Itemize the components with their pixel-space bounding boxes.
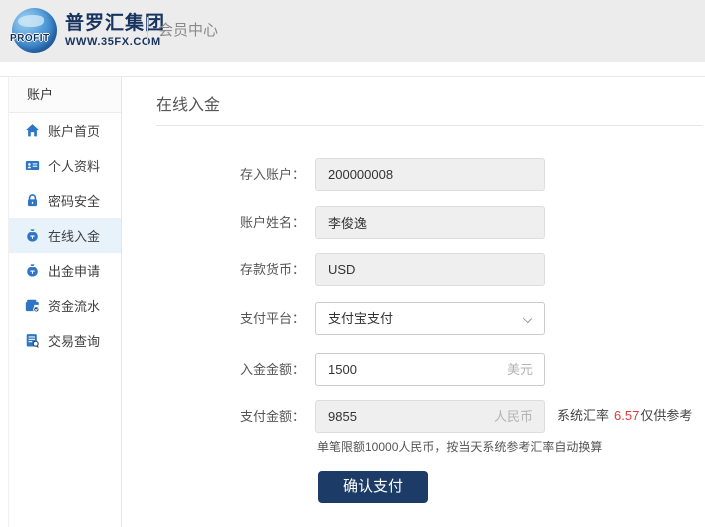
sidebar-item-personal-info[interactable]: 个人资料 xyxy=(9,148,121,183)
limit-hint: 单笔限额10000人民币，按当天系统参考汇率自动换算 xyxy=(317,438,602,455)
sidebar-item-account-home[interactable]: 账户首页 xyxy=(9,113,121,148)
sidebar-item-transaction-query[interactable]: 交易查询 xyxy=(9,323,121,358)
sidebar-item-withdraw-request[interactable]: 出金申请 xyxy=(9,253,121,288)
payment-amount-label: 支付金额： xyxy=(180,400,305,433)
sidebar-item-label: 账户首页 xyxy=(48,121,100,140)
deposit-amount-label: 入金金额： xyxy=(180,353,305,386)
id-card-icon xyxy=(25,158,40,173)
funds-flow-wallet-icon xyxy=(25,298,40,313)
rate-note-suffix: 仅供参考 xyxy=(640,408,692,423)
globe-icon: PROFIT xyxy=(12,8,57,53)
sidebar-item-label: 在线入金 xyxy=(48,226,100,245)
deposit-account-label: 存入账户： xyxy=(180,158,305,191)
payment-platform-value: 支付宝支付 xyxy=(328,311,393,326)
brand-name: 普罗汇集团 xyxy=(65,12,165,36)
home-icon xyxy=(25,123,40,138)
chevron-down-icon xyxy=(523,314,532,323)
page-title: 在线入金 xyxy=(156,91,220,115)
lock-icon xyxy=(25,193,40,208)
sidebar: 账户 账户首页 个人资料 密码安全 在线入金 xyxy=(8,77,122,527)
header: PROFIT 普罗汇集团 WWW.35FX.COM 会员中心 xyxy=(0,0,705,62)
sidebar-item-label: 密码安全 xyxy=(48,191,100,210)
brand-website: WWW.35FX.COM xyxy=(65,36,165,49)
sidebar-item-label: 交易查询 xyxy=(48,331,100,350)
sidebar-item-label: 出金申请 xyxy=(48,261,100,280)
confirm-payment-button[interactable]: 确认支付 xyxy=(318,471,428,503)
profit-badge: PROFIT xyxy=(10,33,50,44)
rate-value: 6.57 xyxy=(614,408,639,423)
sidebar-item-label: 个人资料 xyxy=(48,156,100,175)
sidebar-item-online-deposit[interactable]: 在线入金 xyxy=(9,218,121,253)
account-name-input xyxy=(315,206,545,239)
exchange-rate-note: 系统汇率 6.57仅供参考 xyxy=(557,399,692,432)
withdraw-money-bag-icon xyxy=(25,263,40,278)
payment-platform-label: 支付平台： xyxy=(180,302,305,335)
payment-platform-select[interactable]: 支付宝支付 xyxy=(315,302,545,335)
title-divider xyxy=(156,125,703,126)
currency-input xyxy=(315,253,545,286)
rate-note-label: 系统汇率 xyxy=(557,408,609,423)
transaction-search-icon xyxy=(25,333,40,348)
currency-label: 存款货币： xyxy=(180,253,305,286)
deposit-money-bag-icon xyxy=(25,228,40,243)
deposit-account-input xyxy=(315,158,545,191)
sidebar-item-label: 资金流水 xyxy=(48,296,100,315)
page: PROFIT 普罗汇集团 WWW.35FX.COM 会员中心 账户 账户首页 个… xyxy=(0,0,705,527)
brand-logo[interactable]: PROFIT 普罗汇集团 WWW.35FX.COM xyxy=(12,8,165,53)
payment-amount-unit: 人民币 xyxy=(494,400,533,433)
brand-text: 普罗汇集团 WWW.35FX.COM xyxy=(65,12,165,49)
sidebar-item-funds-flow[interactable]: 资金流水 xyxy=(9,288,121,323)
sidebar-group-title: 账户 xyxy=(9,77,121,113)
account-name-label: 账户姓名： xyxy=(180,206,305,239)
portal-title: 会员中心 xyxy=(158,0,218,62)
deposit-amount-unit: 美元 xyxy=(507,353,533,386)
sidebar-item-password-security[interactable]: 密码安全 xyxy=(9,183,121,218)
header-divider xyxy=(147,17,148,45)
